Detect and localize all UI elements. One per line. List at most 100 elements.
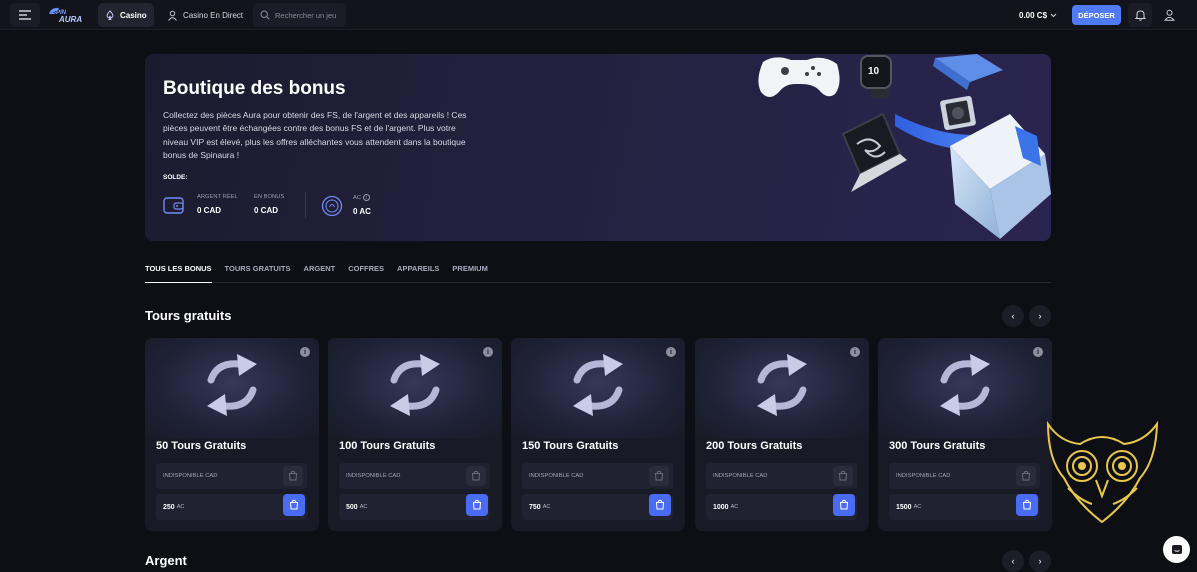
tab-premium[interactable]: PREMIUM [452,263,487,283]
bonus-card[interactable]: i 200 Tours Gratuits INDISPONIBLE CAD 1000 A… [695,338,869,531]
shopping-bag-icon [655,499,665,512]
buy-cad-button[interactable] [1016,466,1036,486]
chat-button[interactable] [1163,536,1190,563]
search-placeholder: Rechercher un jeu [275,10,337,20]
card-title: 100 Tours Gratuits [339,440,436,452]
nav-live-casino[interactable]: Casino En Direct [161,3,243,27]
nav-casino[interactable]: Casino [98,3,154,27]
aura-coin-icon [321,195,343,222]
chevron-right-icon: › [1038,311,1042,321]
info-icon[interactable]: i [300,347,310,357]
refresh-spin-icon [747,350,817,425]
dealer-icon [168,10,177,21]
price-value: 1500 [896,503,912,511]
price-value: 250 [163,503,175,511]
balance-value: 0.00 C$ [1019,10,1048,20]
unavailable-row: INDISPONIBLE CAD [339,463,490,489]
chevron-left-icon: ‹ [1011,311,1015,321]
category-tabs: TOUS LES BONUS TOURS GRATUITS ARGENT COF… [145,263,1051,283]
spinaura-logo: SPIN AURA [49,7,82,24]
card-title: 150 Tours Gratuits [522,440,619,452]
info-icon[interactable]: i [362,194,370,201]
section-title-money: Argent [145,553,187,568]
tab-free-spins[interactable]: TOURS GRATUITS [225,263,291,283]
bonus-card[interactable]: i 100 Tours Gratuits INDISPONIBLE CAD 500 AC [328,338,502,531]
buy-cad-button[interactable] [649,466,669,486]
shopping-bag-icon [654,470,664,483]
bonus-card[interactable]: i 300 Tours Gratuits INDISPONIBLE CAD 1500 A… [878,338,1052,531]
section-title-free-spins: Tours gratuits [145,308,232,323]
info-icon[interactable]: i [1033,347,1043,357]
spade-icon [106,10,114,20]
bonus-label: EN BONUS [254,194,285,200]
card-image [511,338,685,438]
card-image [695,338,869,438]
bell-icon [1134,10,1146,21]
prev-button[interactable]: ‹ [1002,305,1024,327]
info-icon[interactable]: i [666,347,676,357]
price-row: 1000 AC [706,494,857,520]
unavailable-row: INDISPONIBLE CAD [156,463,307,489]
wallet-icon [163,195,185,220]
notifications-button[interactable] [1128,3,1152,27]
price-unit: AC [730,504,739,510]
chevron-right-icon: › [1038,556,1042,566]
unavailable-row: INDISPONIBLE CAD [889,463,1040,489]
tab-all-bonuses[interactable]: TOUS LES BONUS [145,263,212,283]
shopping-bag-icon [288,470,298,483]
svg-text:AURA: AURA [58,15,82,24]
menu-button[interactable] [10,3,40,27]
price-value: 750 [529,503,541,511]
nav-live-label: Casino En Direct [183,10,244,20]
deposit-button[interactable]: DÉPOSER [1072,5,1121,25]
unavailable-label: INDISPONIBLE CAD [529,473,584,479]
card-image [878,338,1052,438]
info-icon[interactable]: i [483,347,493,357]
unavailable-label: INDISPONIBLE CAD [896,473,951,479]
search-input[interactable]: Rechercher un jeu [253,3,346,27]
hamburger-icon [19,10,31,20]
solde-label: SOLDE: [163,174,188,181]
bonus-card[interactable]: i 50 Tours Gratuits INDISPONIBLE CAD 250 AC [145,338,319,531]
profile-button[interactable] [1157,3,1181,27]
card-title: 200 Tours Gratuits [706,440,803,452]
card-image [145,338,319,438]
card-image [328,338,502,438]
shopping-bag-icon [1021,470,1031,483]
bonus-card[interactable]: i 150 Tours Gratuits INDISPONIBLE CAD 750 AC [511,338,685,531]
unavailable-label: INDISPONIBLE CAD [163,473,218,479]
buy-ac-button[interactable] [649,494,671,516]
ac-value: 0 AC [353,207,371,216]
price-row: 500 AC [339,494,490,520]
next-button[interactable]: › [1029,550,1051,572]
buy-ac-button[interactable] [1016,494,1038,516]
buy-ac-button[interactable] [466,494,488,516]
buy-ac-button[interactable] [833,494,855,516]
top-bar: SPIN AURA Casino Casino En Direct Recher… [0,0,1197,30]
unavailable-label: INDISPONIBLE CAD [713,473,768,479]
bonus-shop-banner: Boutique des bonus Collectez des pièces … [145,54,1051,241]
svg-text:10: 10 [868,66,880,77]
next-button[interactable]: › [1029,305,1051,327]
buy-cad-button[interactable] [466,466,486,486]
price-unit: AC [913,504,922,510]
unavailable-label: INDISPONIBLE CAD [346,473,401,479]
balance-dropdown[interactable]: 0.00 C$ [1019,3,1069,27]
tab-devices[interactable]: APPAREILS [397,263,439,283]
info-icon[interactable]: i [850,347,860,357]
real-money-label: ARGENT RÉEL [197,194,238,200]
buy-cad-button[interactable] [283,466,303,486]
shopping-bag-icon [839,499,849,512]
buy-ac-button[interactable] [283,494,305,516]
prev-button[interactable]: ‹ [1002,550,1024,572]
price-value: 1000 [713,503,729,511]
logo[interactable]: SPIN AURA [47,5,87,25]
tab-chests[interactable]: COFFRES [348,263,384,283]
price-unit: AC [542,504,551,510]
chevron-left-icon: ‹ [1011,556,1015,566]
buy-cad-button[interactable] [833,466,853,486]
shopping-bag-icon [472,499,482,512]
tab-money[interactable]: ARGENT [304,263,336,283]
bonus-value: 0 CAD [254,206,279,215]
shopping-bag-icon [289,499,299,512]
